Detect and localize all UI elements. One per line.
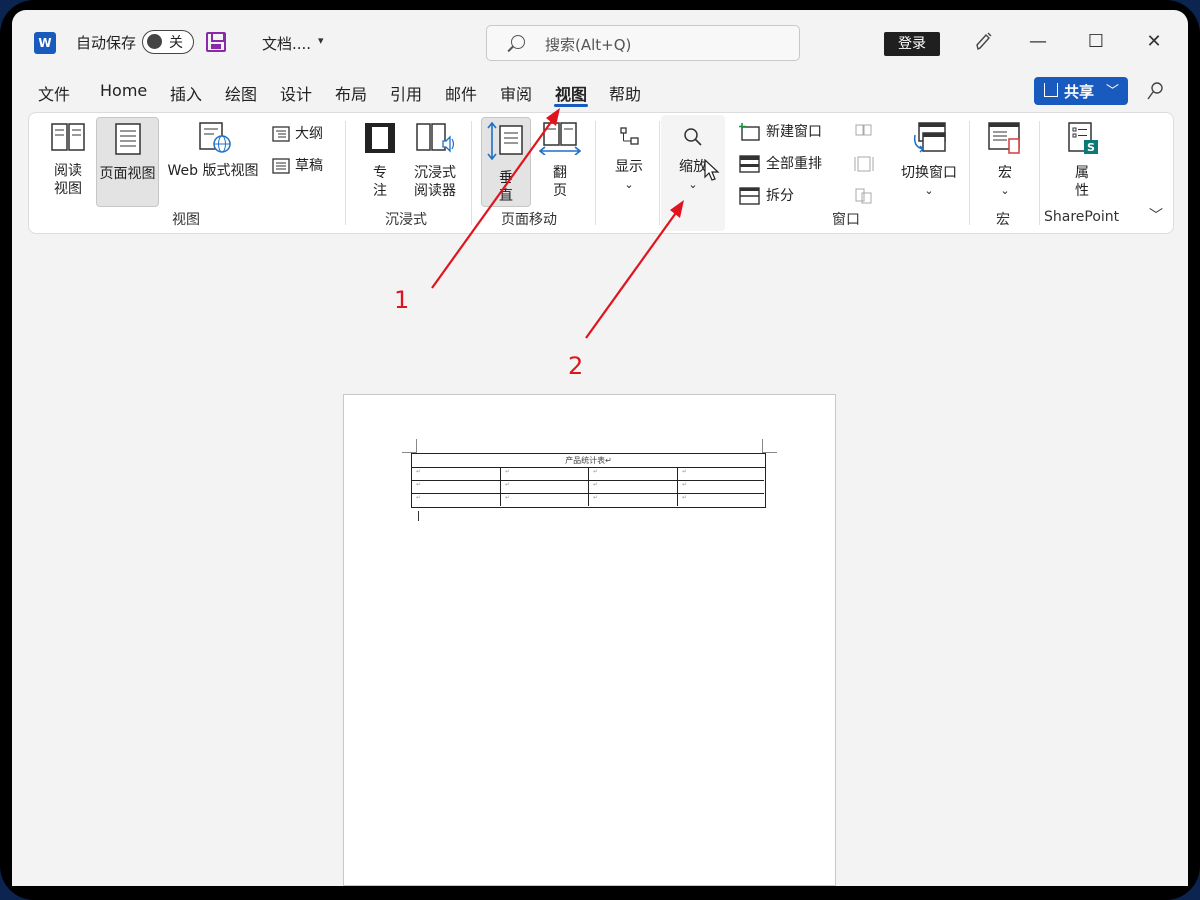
device-frame: W 自动保存 关 文档.... ▾ 搜索(Alt+Q) 登录 — ☐ ✕ 文件 … <box>0 0 1200 900</box>
word-window: W 自动保存 关 文档.... ▾ 搜索(Alt+Q) 登录 — ☐ ✕ 文件 … <box>12 10 1188 886</box>
annotation-1: 1 <box>394 286 410 314</box>
annotation-arrows <box>431 108 684 339</box>
annotation-2: 2 <box>568 352 584 380</box>
